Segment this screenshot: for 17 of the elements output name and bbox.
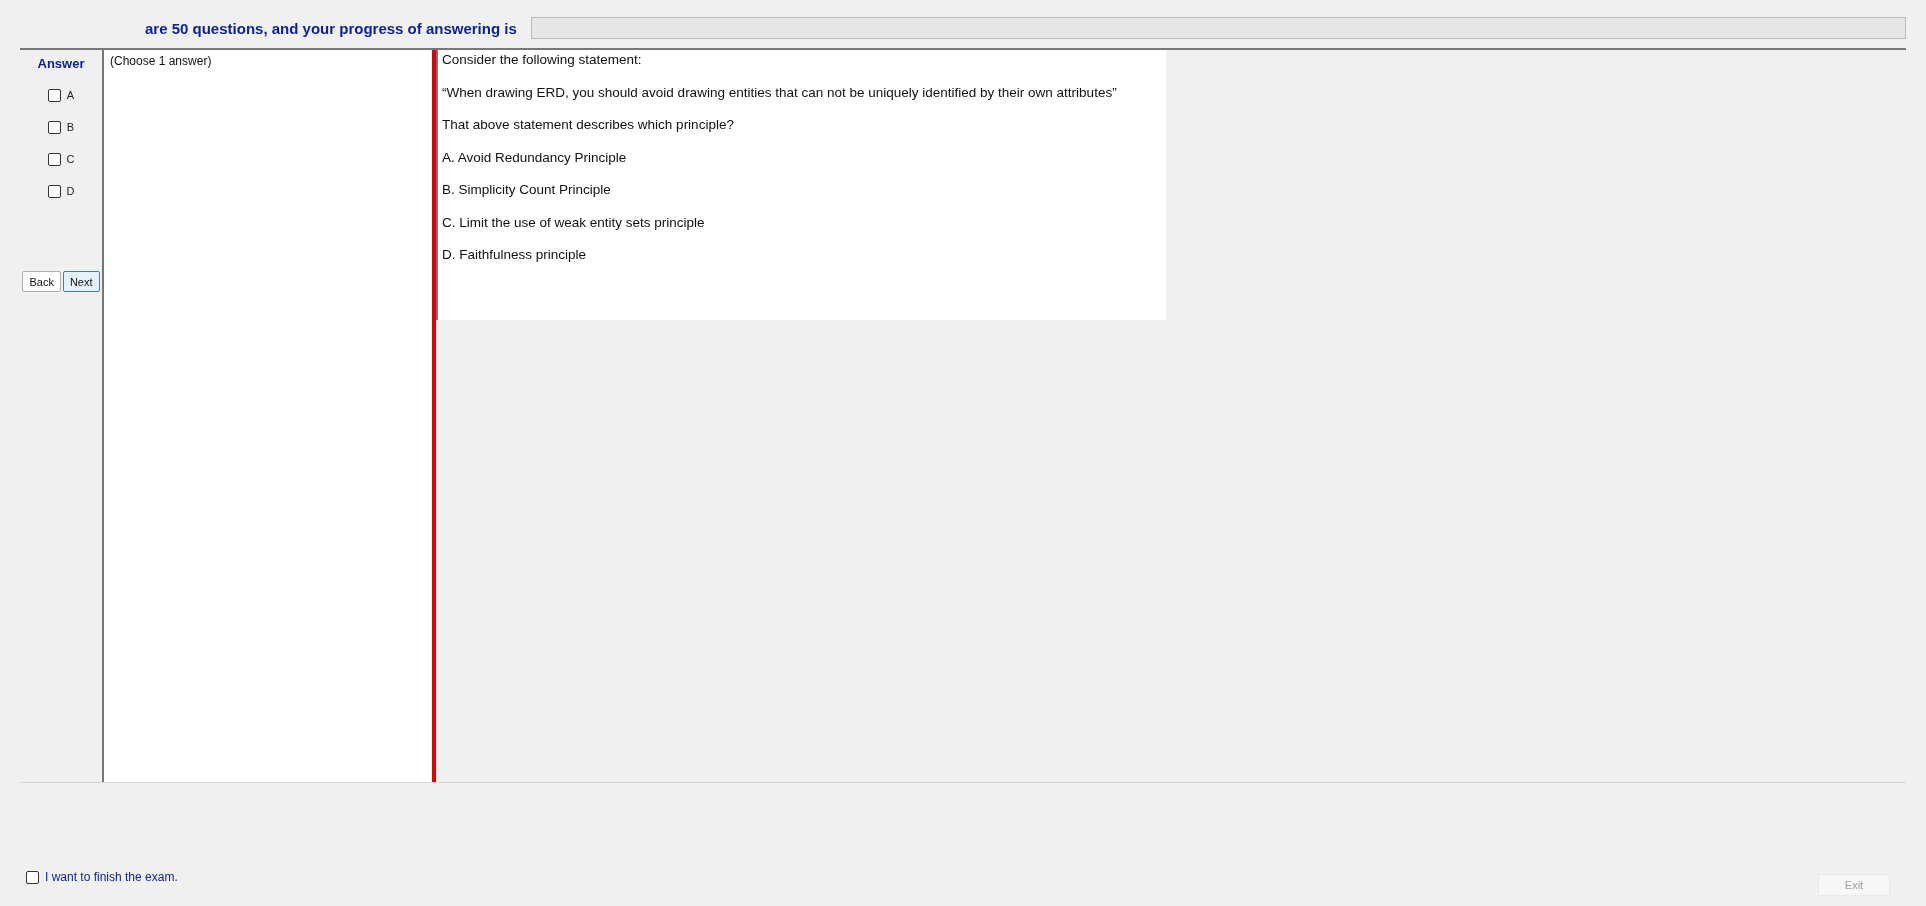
answer-checkbox[interactable]: B [47, 111, 75, 143]
answer-heading: Answer [37, 56, 85, 71]
finish-checkbox[interactable]: I want to finish the exam. [26, 870, 178, 884]
back-button[interactable]: Back [22, 271, 61, 292]
question-text: Consider the following statement: [442, 52, 643, 68]
question-text: That above statement describes which principle? [442, 117, 735, 133]
question-text: B. Simplicity Count Principle [442, 182, 612, 198]
instruction-text: (Choose 1 answer) [110, 54, 212, 68]
question-text: A. Avoid Redundancy Principle [442, 149, 628, 166]
progress-label: are 50 questions, and your progress of answering is [145, 19, 517, 37]
answer-checkbox[interactable]: A [47, 79, 75, 111]
answer-checkbox[interactable]: C [47, 143, 75, 175]
question-text: C. Limit the use of weak entity sets principle [442, 214, 706, 231]
next-button[interactable]: Next [62, 271, 100, 292]
question-text: D. Faithfulness principle [442, 247, 588, 263]
question-text: “When drawing ERD, you should avoid drawing entities that can not be uniquely identified by their own attributes” [442, 84, 1118, 101]
answer-checkbox[interactable]: D [47, 175, 75, 207]
